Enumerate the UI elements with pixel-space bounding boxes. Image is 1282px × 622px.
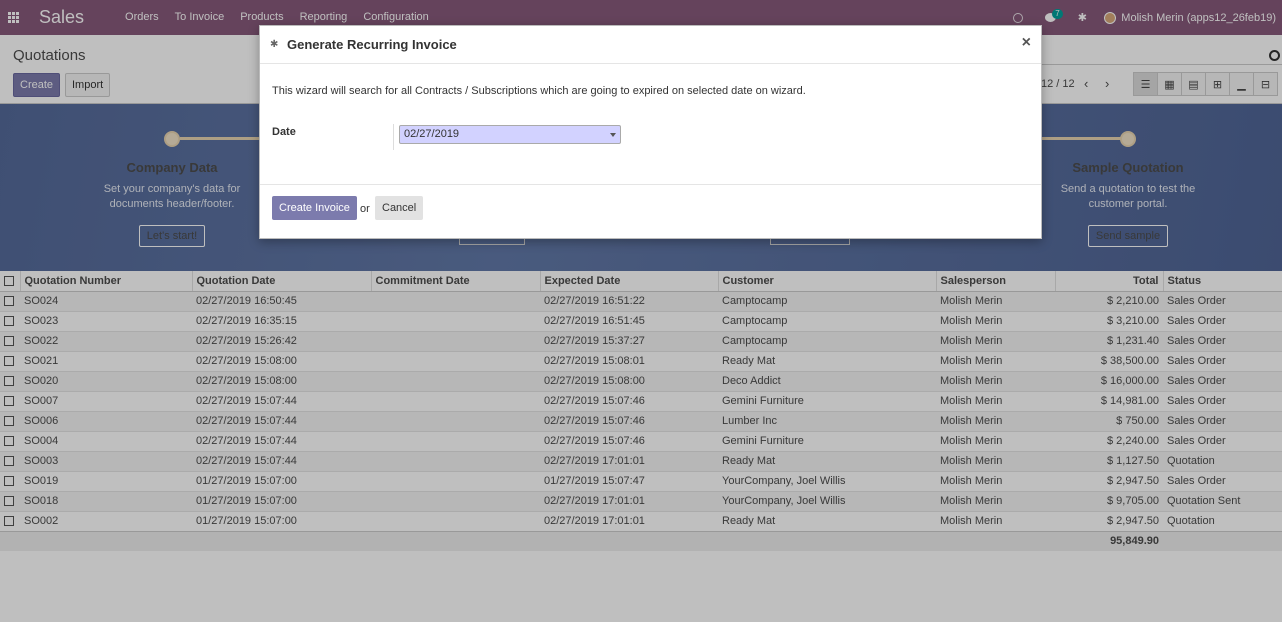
date-value: 02/27/2019 <box>404 128 460 140</box>
wizard-description: This wizard will search for all Contract… <box>272 85 806 97</box>
chevron-down-icon[interactable] <box>610 133 616 137</box>
modal-title: Generate Recurring Invoice <box>287 37 457 52</box>
or-separator: or <box>360 203 370 215</box>
close-icon[interactable]: × <box>1022 34 1031 52</box>
create-invoice-button[interactable]: Create Invoice <box>272 196 357 220</box>
modal-body: This wizard will search for all Contract… <box>260 64 1041 185</box>
generate-recurring-invoice-dialog: ✱ Generate Recurring Invoice × This wiza… <box>259 25 1042 239</box>
field-divider <box>393 124 394 150</box>
date-label: Date <box>272 126 296 138</box>
debug-bug-icon[interactable]: ✱ <box>270 39 278 50</box>
modal-footer: Create Invoice or Cancel <box>260 185 1041 238</box>
cancel-button[interactable]: Cancel <box>375 196 424 220</box>
modal-header: ✱ Generate Recurring Invoice × <box>260 26 1041 64</box>
date-field[interactable]: 02/27/2019 <box>399 125 621 144</box>
